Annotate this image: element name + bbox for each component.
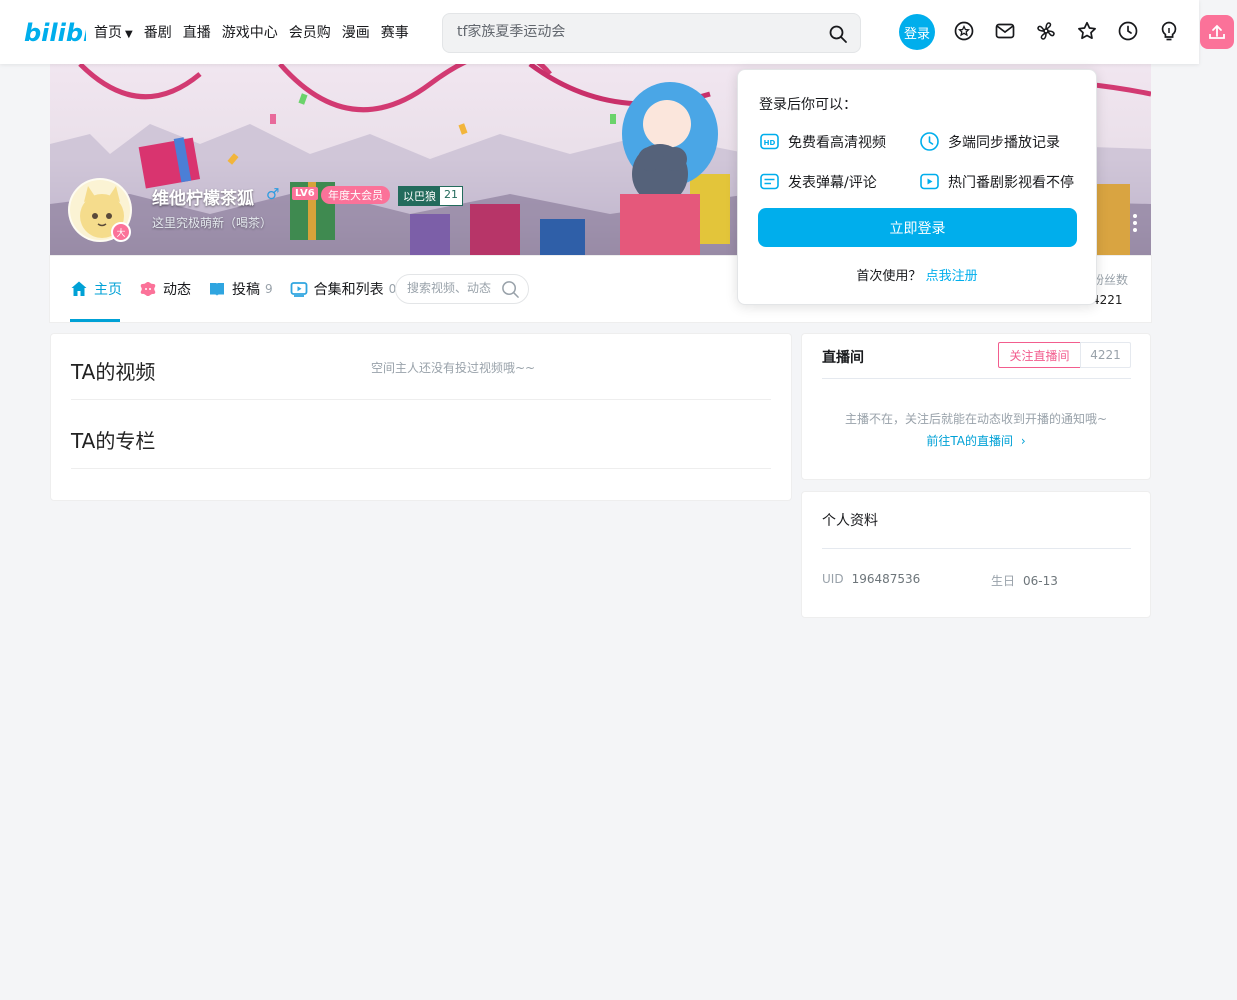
fan-medal-level: 21 [440, 187, 462, 205]
space-search-box [395, 274, 529, 304]
nav-bangumi[interactable]: 番剧 [144, 22, 172, 42]
svg-text:HD: HD [764, 139, 776, 147]
nav-match[interactable]: 赛事 [381, 22, 409, 42]
upload-icon[interactable] [1200, 15, 1234, 49]
videos-empty-message: 空间主人还没有投过视频哦~~ [371, 361, 536, 375]
login-now-button[interactable]: 立即登录 [758, 208, 1077, 247]
space-tabs: 主页 动态 投稿 9 合集和列表 0 [70, 279, 413, 299]
birthday-label: 生日 [991, 574, 1016, 588]
profile-card: 个人资料 UID 196487536 生日 06-13 [801, 491, 1151, 618]
profile-title: 个人资料 [822, 513, 878, 529]
message-icon[interactable] [994, 20, 1016, 42]
uid-value: 196487536 [851, 572, 921, 586]
divider [71, 468, 771, 469]
register-prompt: 首次使用？ 点我注册 [738, 265, 1096, 284]
tab-dynamic[interactable]: 动态 [139, 279, 191, 299]
dynamic-icon[interactable] [1035, 20, 1057, 42]
register-link[interactable]: 点我注册 [926, 269, 978, 284]
nav-manga[interactable]: 漫画 [342, 22, 370, 42]
gender-icon: ♂ [266, 185, 280, 203]
home-icon [71, 281, 87, 296]
tab-collections-label: 合集和列表 [313, 282, 384, 298]
divider [822, 548, 1131, 549]
space-search-input[interactable] [407, 281, 499, 295]
submissions-icon [210, 283, 224, 296]
history-icon[interactable] [1117, 20, 1139, 42]
tab-dynamic-label: 动态 [163, 282, 191, 298]
feature-hd: HD 免费看高清视频 [759, 131, 886, 152]
user-signature: 这里究极萌新（喝茶） [152, 216, 273, 230]
hd-icon: HD [760, 133, 779, 150]
creation-center-icon[interactable] [1158, 20, 1180, 42]
live-offline-message: 主播不在，关注后就能在动态收到开播的通知哦~ [844, 412, 1108, 426]
login-button[interactable]: 登录 [899, 14, 935, 50]
more-options-icon[interactable] [1131, 213, 1139, 233]
tab-collections[interactable]: 合集和列表 0 [290, 279, 396, 299]
divider [71, 399, 771, 400]
register-prompt-text: 首次使用？ [856, 269, 922, 284]
clock-icon [920, 132, 939, 151]
submissions-count: 9 [265, 282, 273, 296]
feature-sync-label: 多端同步播放记录 [948, 134, 1060, 151]
column-section-title: TA的专栏 [71, 429, 156, 453]
videos-section-title: TA的视频 [71, 360, 156, 384]
main-nav: 首页 ▼ 番剧 直播 游戏中心 会员购 漫画 赛事 [94, 22, 409, 42]
feature-sync: 多端同步播放记录 [919, 131, 1060, 152]
follow-live-button[interactable]: 关注直播间 [998, 342, 1081, 368]
nav-home[interactable]: 首页 ▼ [94, 22, 133, 42]
fan-medal[interactable]: 以巴狼 21 [398, 186, 463, 206]
divider [822, 378, 1131, 379]
nav-live[interactable]: 直播 [183, 22, 211, 42]
uid-label: UID [822, 572, 844, 586]
vip-icon[interactable] [953, 20, 975, 42]
goto-live-room-label: 前往TA的直播间 [926, 434, 1013, 448]
feature-bangumi: 热门番剧影视看不停 [919, 171, 1074, 192]
tab-submissions[interactable]: 投稿 9 [208, 279, 273, 299]
feature-hd-label: 免费看高清视频 [788, 134, 886, 151]
search-icon[interactable] [828, 24, 848, 44]
search-input[interactable] [457, 24, 817, 40]
level-badge: LV6 [292, 187, 318, 200]
goto-live-room-link[interactable]: 前往TA的直播间 › [802, 432, 1150, 449]
uid-row: UID 196487536 [822, 572, 920, 586]
feature-bangumi-label: 热门番剧影视看不停 [948, 174, 1074, 191]
fan-medal-name: 以巴狼 [399, 187, 440, 205]
avatar-badge: 大 [111, 222, 131, 242]
nav-game[interactable]: 游戏中心 [222, 22, 278, 42]
danmaku-icon [760, 173, 779, 190]
chevron-down-icon: ▼ [125, 29, 133, 40]
active-tab-indicator [70, 319, 120, 322]
svg-text:bilibili: bilibili [24, 19, 86, 47]
favorites-icon[interactable] [1076, 20, 1098, 42]
tab-home[interactable]: 主页 [70, 279, 122, 299]
live-room-card: 直播间 关注直播间 4221 主播不在，关注后就能在动态收到开播的通知哦~ 前往… [801, 333, 1151, 480]
bilibili-logo[interactable]: bilibili [24, 14, 86, 48]
nav-home-label: 首页 [94, 25, 122, 41]
vip-badge[interactable]: 年度大会员 [321, 186, 390, 204]
main-content-card: TA的视频 空间主人还没有投过视频哦~~ TA的专栏 [50, 333, 792, 501]
popup-title: 登录后你可以： [759, 97, 857, 113]
search-box [442, 13, 861, 53]
search-icon[interactable] [501, 280, 520, 299]
live-room-title: 直播间 [822, 350, 864, 366]
feature-comment: 发表弹幕/评论 [759, 171, 877, 192]
tab-home-label: 主页 [94, 282, 122, 298]
username: 维他柠檬茶狐 [152, 189, 254, 209]
feature-comment-label: 发表弹幕/评论 [788, 174, 877, 191]
birthday-value: 06-13 [1023, 574, 1058, 588]
live-follow-count: 4221 [1080, 342, 1131, 368]
collections-icon [290, 282, 308, 297]
top-navbar: bilibili 首页▼ 番剧 直播 游戏中心 会员购 漫画 赛事 登录 [0, 0, 1199, 64]
birthday-row: 生日 06-13 [991, 572, 1058, 589]
fans-count: 4221 [1092, 293, 1123, 307]
chevron-right-icon: › [1020, 434, 1026, 448]
nav-mall[interactable]: 会员购 [289, 22, 331, 42]
play-icon [920, 173, 939, 190]
fans-stat[interactable]: 粉丝数 4221 [1092, 271, 1128, 307]
dynamic-tab-icon [140, 282, 156, 296]
fans-label: 粉丝数 [1092, 273, 1129, 287]
login-popup: 登录后你可以： HD 免费看高清视频 多端同步播放记录 发表弹幕/评论 热门番剧… [737, 69, 1097, 305]
tab-submissions-label: 投稿 [232, 282, 260, 298]
